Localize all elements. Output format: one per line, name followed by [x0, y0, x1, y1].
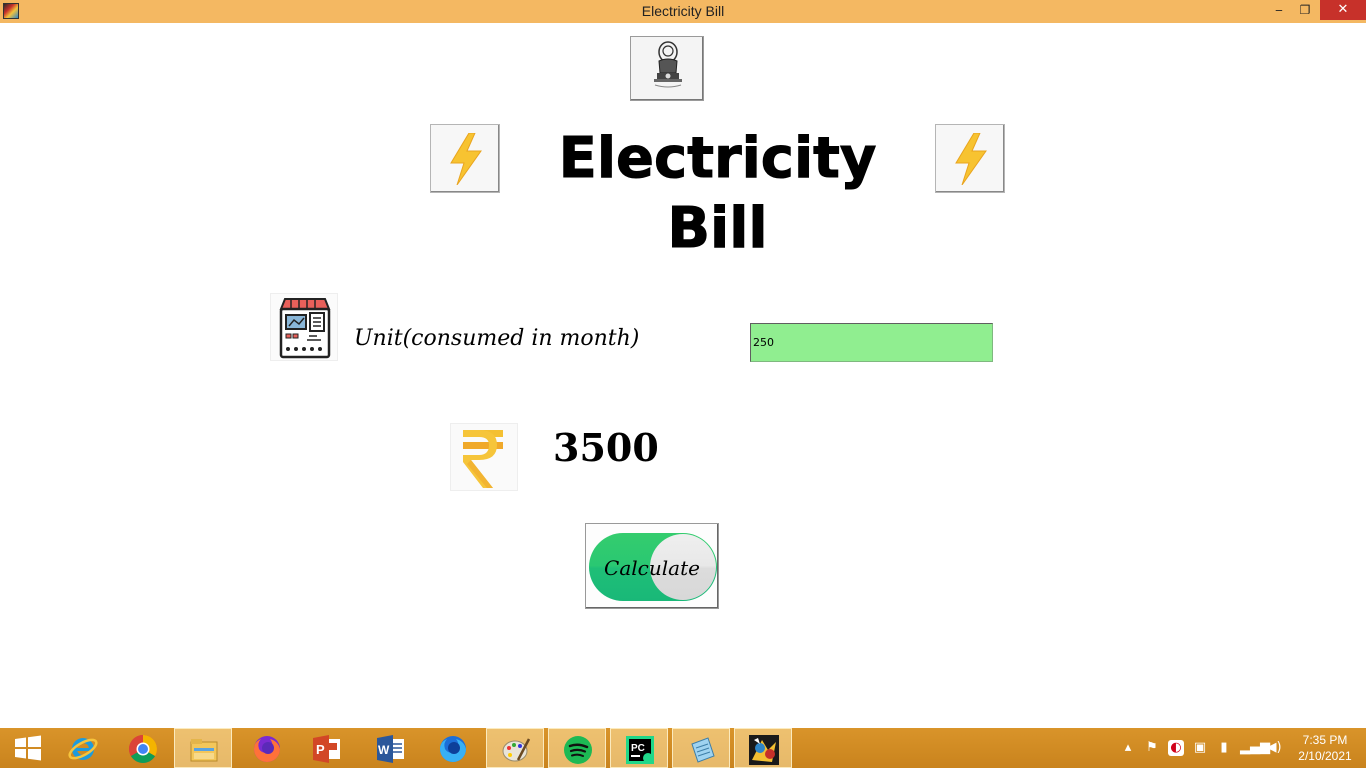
python-app-icon[interactable] [734, 728, 792, 768]
page-title: Electricity Bill [558, 126, 877, 262]
flag-icon[interactable]: ⚑ [1144, 740, 1160, 756]
network-icon[interactable]: ▂▄▆ [1240, 740, 1270, 756]
firefox-developer-icon[interactable] [424, 728, 482, 768]
electric-meter-icon [270, 293, 338, 361]
window-titlebar: Electricity Bill ‒ ❐ ✕ [0, 0, 1366, 23]
paint-icon[interactable] [486, 728, 544, 768]
firefox-icon[interactable] [238, 728, 296, 768]
close-button[interactable]: ✕ [1320, 0, 1366, 20]
notepad-icon[interactable] [672, 728, 730, 768]
minimize-button[interactable]: ‒ [1268, 0, 1290, 20]
spotify-icon[interactable] [548, 728, 606, 768]
calculate-button-label: Calculate [604, 556, 700, 580]
system-tray: ▴ ⚑ ◐ ▣ ▮ ▂▄▆ ◀) [1120, 728, 1290, 768]
clock-date: 2/10/2021 [1298, 749, 1352, 763]
lightning-bolt-icon [935, 124, 1005, 193]
svg-text:PC: PC [631, 743, 645, 754]
svg-text:P: P [316, 742, 325, 757]
word-icon[interactable]: W [362, 728, 420, 768]
battery-icon[interactable]: ▮ [1216, 740, 1232, 756]
unit-label: Unit(consumed in month) [354, 326, 640, 351]
monitor-icon[interactable]: ▣ [1192, 740, 1208, 756]
rupee-icon [450, 423, 518, 491]
lightning-bolt-icon [430, 124, 500, 193]
chevron-up-icon[interactable]: ▴ [1120, 740, 1136, 756]
chrome-icon[interactable] [114, 728, 172, 768]
bill-amount: 3500 [553, 425, 659, 470]
system-clock[interactable]: 7:35 PM 2/10/2021 [1290, 732, 1360, 764]
svg-text:W: W [378, 743, 390, 757]
file-explorer-icon[interactable] [174, 728, 232, 768]
national-emblem-icon [630, 36, 704, 101]
start-button[interactable] [0, 728, 58, 768]
volume-icon[interactable]: ◀) [1266, 740, 1282, 756]
window-title: Electricity Bill [641, 3, 725, 19]
taskbar: P W PC ▴ ⚑ ◐ ▣ ▮ ▂▄▆ ◀) 7:35 PM 2/10/202… [0, 728, 1366, 768]
pycharm-icon[interactable]: PC [610, 728, 668, 768]
maximize-button[interactable]: ❐ [1294, 0, 1316, 20]
powerpoint-icon[interactable]: P [298, 728, 356, 768]
antivirus-icon[interactable]: ◐ [1168, 740, 1184, 756]
calculate-button[interactable]: Calculate [585, 523, 719, 609]
clock-time: 7:35 PM [1302, 733, 1348, 747]
internet-explorer-icon[interactable] [54, 728, 112, 768]
unit-input[interactable] [750, 323, 993, 362]
